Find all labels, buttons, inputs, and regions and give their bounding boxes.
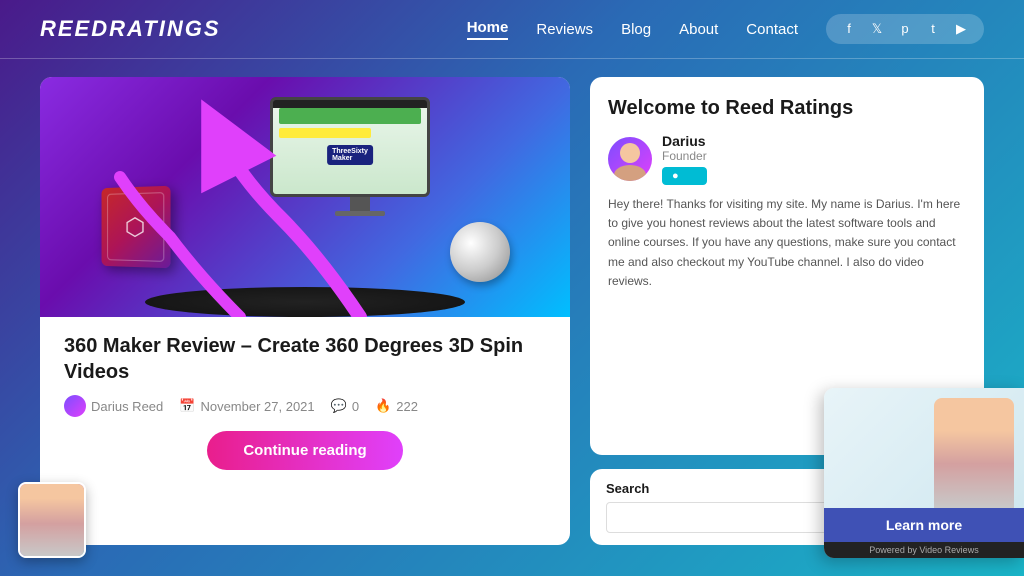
article-meta: Darius Reed 📅 November 27, 2021 💬 0 🔥 22…: [64, 395, 546, 417]
site-logo[interactable]: ReedRatings: [40, 16, 221, 42]
sidebar-author-role: Founder: [662, 149, 707, 163]
product-box: ⬡: [100, 187, 190, 287]
youtube-icon[interactable]: ▶: [952, 21, 970, 37]
view-count: 222: [396, 399, 418, 414]
camera-sphere: [450, 222, 510, 282]
meta-author: Darius Reed: [64, 395, 163, 417]
meta-views: 🔥 222: [375, 398, 418, 414]
avatar-image: [608, 137, 652, 181]
comment-icon: 💬: [331, 398, 347, 414]
author-avatar-small: [64, 395, 86, 417]
video-widget[interactable]: Learn more Powered by Video Reviews: [824, 388, 1024, 558]
pinterest-icon[interactable]: p: [896, 21, 914, 37]
nav-blog[interactable]: Blog: [621, 21, 651, 38]
article-body: 360 Maker Review – Create 360 Degrees 3D…: [40, 317, 570, 484]
article-title: 360 Maker Review – Create 360 Degrees 3D…: [64, 333, 546, 385]
article-card: ThreeSixtyMaker ⬡: [40, 77, 570, 545]
nav-contact[interactable]: Contact: [746, 21, 798, 38]
social-icons-bar: f 𝕏 p t ▶: [826, 14, 984, 44]
calendar-icon: 📅: [179, 398, 195, 414]
header: ReedRatings Home Reviews Blog About Cont…: [0, 0, 1024, 58]
floating-thumbnail[interactable]: [18, 482, 86, 558]
video-person-image: [934, 398, 1014, 508]
threesixty-logo: ThreeSixtyMaker: [327, 145, 373, 165]
monitor-screen: ThreeSixtyMaker: [270, 97, 430, 197]
screen-bar-2: [279, 128, 371, 138]
author-row: Darius Founder ●: [608, 133, 966, 185]
screen-bar-1: [279, 108, 421, 124]
monitor-base: [335, 211, 385, 216]
product-monitor: ThreeSixtyMaker: [270, 97, 450, 227]
author-avatar: [608, 137, 652, 181]
article-image: ThreeSixtyMaker ⬡: [40, 77, 570, 317]
learn-more-button[interactable]: Learn more: [824, 508, 1024, 542]
video-preview: [824, 388, 1024, 508]
monitor-stand: [350, 197, 370, 211]
nav-about[interactable]: About: [679, 21, 718, 38]
nav-home[interactable]: Home: [467, 19, 509, 40]
screen-content: ThreeSixtyMaker: [273, 108, 427, 197]
box-icon: ⬡: [125, 212, 146, 241]
powered-by-label: Powered by Video Reviews: [824, 542, 1024, 558]
author-link-button[interactable]: ●: [662, 167, 707, 185]
sidebar-author-name: Darius: [662, 133, 707, 149]
twitter-icon[interactable]: 𝕏: [868, 21, 886, 37]
welcome-title: Welcome to Reed Ratings: [608, 95, 966, 121]
article-date: November 27, 2021: [200, 399, 314, 414]
author-info: Darius Founder ●: [662, 133, 707, 185]
nav-reviews[interactable]: Reviews: [536, 21, 593, 38]
box-face: ⬡: [102, 186, 171, 269]
comment-count: 0: [352, 399, 359, 414]
display-platform: [145, 287, 465, 317]
continue-reading-button[interactable]: Continue reading: [207, 431, 402, 470]
thumb-person-image: [20, 484, 84, 556]
facebook-icon[interactable]: f: [840, 21, 858, 37]
tumblr-icon[interactable]: t: [924, 21, 942, 37]
views-icon: 🔥: [375, 398, 391, 414]
meta-comments: 💬 0: [331, 398, 359, 414]
main-nav: Home Reviews Blog About Contact f 𝕏 p t …: [467, 14, 984, 44]
author-name: Darius Reed: [91, 399, 163, 414]
welcome-text: Hey there! Thanks for visiting my site. …: [608, 195, 966, 291]
meta-date: 📅 November 27, 2021: [179, 398, 314, 414]
